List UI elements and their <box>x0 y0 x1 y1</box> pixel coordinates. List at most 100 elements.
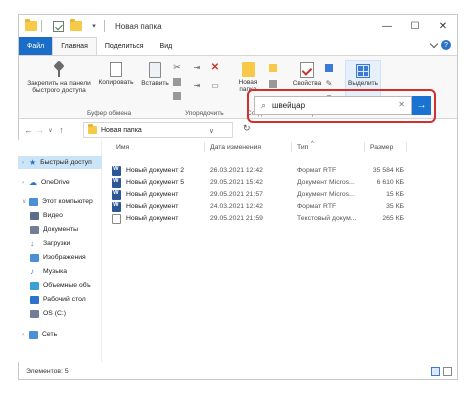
column-date[interactable]: Дата изменения <box>210 140 261 154</box>
address-dropdown-icon[interactable]: ∨ <box>209 127 214 135</box>
tab-file[interactable]: Файл <box>19 37 53 55</box>
table-row[interactable]: Новый документ 24.03.2021 12:42 Формат R… <box>106 202 406 213</box>
new-item-button[interactable] <box>267 64 279 76</box>
group-clipboard-label: Буфер обмена <box>87 110 132 117</box>
folder-icon <box>88 124 97 134</box>
up-arrow-icon[interactable]: ↑ <box>56 125 67 135</box>
column-size[interactable]: Размер <box>370 140 393 154</box>
expand-icon[interactable]: ∨ <box>22 198 29 205</box>
forward-arrow-icon[interactable]: → <box>34 125 45 135</box>
customize-quick-access-icon[interactable]: ▾ <box>88 20 100 32</box>
file-date: 29.05.2021 21:59 <box>210 215 263 222</box>
sidebar-item-3d-objects[interactable]: Объемные объ <box>30 279 102 292</box>
sidebar-item-os-drive[interactable]: OS (C:) <box>30 307 102 320</box>
copy-button[interactable]: Копировать <box>97 62 135 86</box>
clear-search-icon[interactable]: ✕ <box>398 100 405 109</box>
column-divider[interactable] <box>406 142 407 152</box>
table-row[interactable]: Новый документ 2 26.03.2021 12:42 Формат… <box>106 166 406 177</box>
sidebar-item-label: Загрузки <box>43 240 71 247</box>
column-divider[interactable] <box>364 142 365 152</box>
tab-home[interactable]: Главная <box>52 37 97 55</box>
back-arrow-icon[interactable]: ← <box>23 125 34 135</box>
paste-shortcut-icon <box>173 92 181 100</box>
file-name: Новый документ <box>126 191 179 198</box>
close-button[interactable]: ✕ <box>429 15 457 37</box>
select-button[interactable]: Выделить <box>345 64 381 87</box>
ribbon-tabs: Файл Главная Поделиться Вид ? <box>19 37 457 55</box>
sidebar-item-downloads[interactable]: ↓ Загрузки <box>30 237 102 250</box>
word-file-icon <box>112 178 121 188</box>
column-divider[interactable] <box>204 142 205 152</box>
copy-to-button[interactable]: ⇥ <box>191 82 203 91</box>
maximize-button[interactable]: ☐ <box>401 15 429 37</box>
copy-path-icon <box>173 78 181 86</box>
sidebar-item-onedrive[interactable]: › ☁ OneDrive <box>22 176 102 189</box>
title-bar: ▾ Новая папка — ☐ ✕ <box>19 15 457 37</box>
column-divider[interactable] <box>291 142 292 152</box>
rename-button[interactable]: ▭ <box>209 82 221 91</box>
sidebar-item-this-pc[interactable]: ∨ Этот компьютер <box>22 195 102 208</box>
tab-share[interactable]: Поделиться <box>97 37 152 55</box>
folder-icon <box>25 19 37 32</box>
minimize-button[interactable]: — <box>373 15 401 37</box>
sidebar-item-images[interactable]: Изображения <box>30 251 102 264</box>
search-icon: ⌕ <box>261 100 267 110</box>
sidebar-item-label: OS (C:) <box>43 310 67 317</box>
sidebar-item-label: Музыка <box>43 268 68 275</box>
cut-button[interactable]: ✂ <box>171 63 183 73</box>
search-go-button[interactable]: → <box>412 96 431 115</box>
refresh-icon[interactable]: ↻ <box>243 123 251 134</box>
sidebar-item-label: Объемные объ <box>43 282 91 289</box>
file-size: 6 610 КБ <box>376 179 404 186</box>
star-icon: ★ <box>29 158 37 167</box>
column-type[interactable]: Тип <box>297 140 308 154</box>
search-input[interactable]: ⌕ швейцар ✕ <box>254 96 412 115</box>
sidebar-item-label: Этот компьютер <box>42 198 93 205</box>
sidebar-item-quick-access[interactable]: › ★ Быстрый доступ <box>18 156 102 169</box>
help-icon[interactable]: ? <box>441 40 451 50</box>
paste-label: Вставить <box>141 80 169 87</box>
pin-label: Закрепить на панели быстрого доступа <box>27 80 91 94</box>
table-row[interactable]: Новый документ 29.05.2021 21:59 Текстовы… <box>106 214 406 225</box>
tab-view[interactable]: Вид <box>152 37 181 55</box>
recent-locations-icon[interactable]: ∨ <box>45 127 56 134</box>
sidebar-item-music[interactable]: ♪ Музыка <box>30 265 102 278</box>
open-button[interactable] <box>323 64 335 76</box>
expand-icon[interactable]: › <box>22 160 29 166</box>
column-name[interactable]: Имя <box>116 140 129 154</box>
video-icon <box>30 211 39 220</box>
address-path: Новая папка <box>101 126 142 134</box>
copy-icon <box>110 62 122 77</box>
sidebar-item-documents[interactable]: Документы <box>30 223 102 236</box>
clipboard-icon <box>149 62 161 78</box>
divider <box>41 20 42 32</box>
sidebar-item-desktop[interactable]: Рабочий стол <box>30 293 102 306</box>
expand-ribbon-icon[interactable] <box>429 39 439 48</box>
sidebar-item-network[interactable]: › Сеть <box>22 328 102 341</box>
sidebar-item-label: OneDrive <box>41 179 70 186</box>
expand-icon[interactable]: › <box>22 180 29 186</box>
cloud-icon: ☁ <box>29 178 37 187</box>
copy-path-button[interactable] <box>171 78 183 90</box>
table-row[interactable]: Новый документ 5 29.05.2021 15:42 Докуме… <box>106 178 406 189</box>
sidebar-item-video[interactable]: Видео <box>30 209 102 222</box>
file-size: 35 584 КБ <box>372 167 404 174</box>
sort-up-icon: ^ <box>311 141 314 147</box>
properties-button[interactable]: Свойства <box>287 62 327 87</box>
expand-icon[interactable]: › <box>22 332 29 338</box>
download-icon: ↓ <box>30 239 34 248</box>
properties-quick-icon[interactable] <box>52 20 64 32</box>
paste-button[interactable]: Вставить <box>137 62 173 87</box>
edit-button[interactable]: ✎ <box>323 80 335 89</box>
delete-button[interactable]: ✕ <box>209 63 221 73</box>
move-to-button[interactable]: ⇥ <box>191 64 203 73</box>
3d-objects-icon <box>30 281 39 290</box>
pin-quick-access-button[interactable]: Закрепить на панели быстрого доступа <box>23 62 95 94</box>
file-date: 26.03.2021 12:42 <box>210 167 263 174</box>
computer-icon <box>29 197 38 206</box>
copy-arrow-icon: ⇥ <box>193 81 201 90</box>
table-row[interactable]: Новый документ 29.05.2021 21:57 Документ… <box>106 190 406 201</box>
paste-shortcut-button[interactable] <box>171 92 183 104</box>
new-folder-quick-icon[interactable] <box>70 19 82 32</box>
address-bar[interactable]: Новая папка ∨ <box>83 122 233 138</box>
